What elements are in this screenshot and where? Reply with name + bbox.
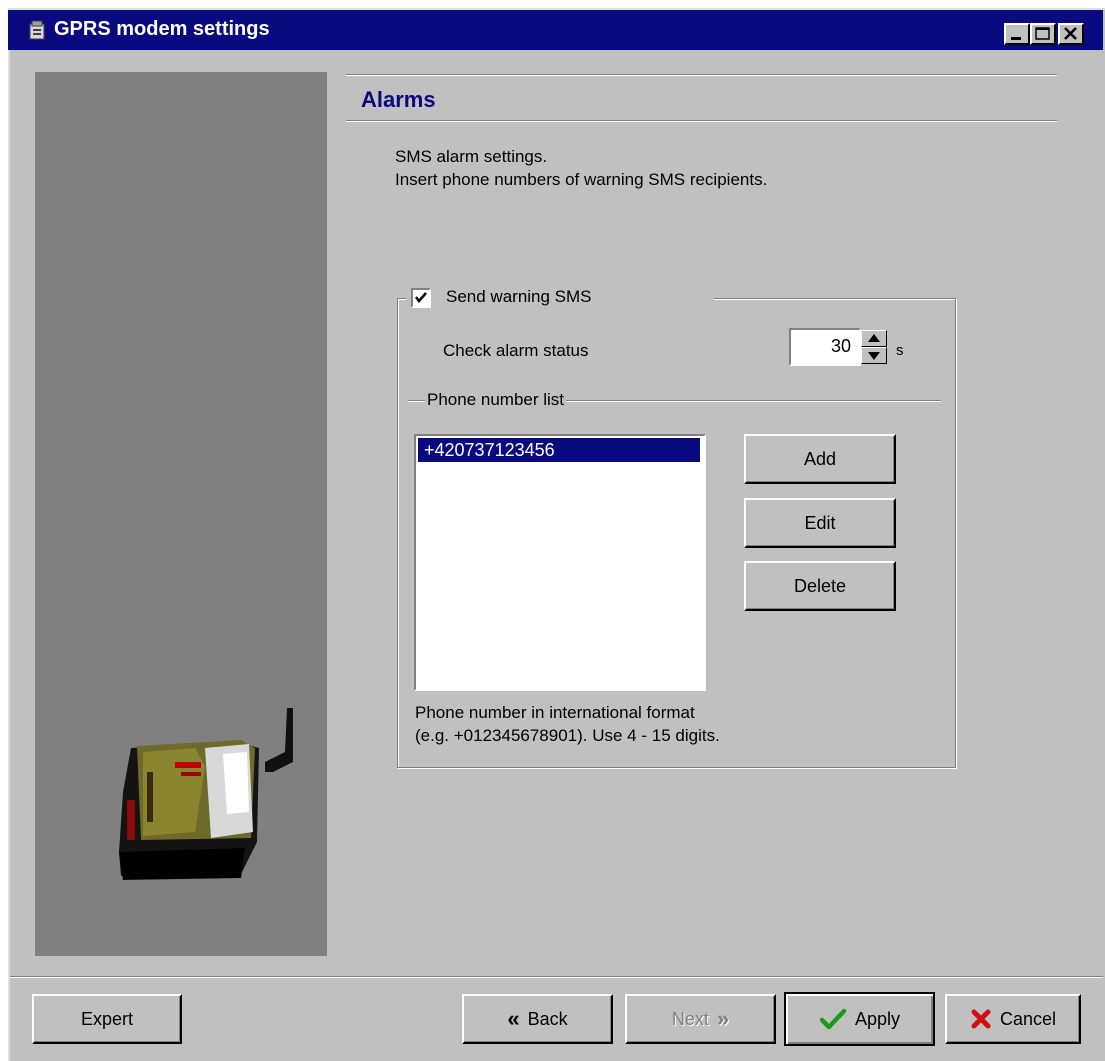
arrow-down-icon <box>868 352 880 360</box>
next-button-label: Next <box>671 1008 709 1029</box>
heading-bottom-rule <box>346 120 1057 122</box>
page-title: Alarms <box>361 87 436 112</box>
cancel-button-label: Cancel <box>999 1008 1057 1029</box>
description-line-2: Insert phone numbers of warning SMS reci… <box>395 170 768 189</box>
title-bar[interactable]: GPRS modem settings <box>8 10 1103 50</box>
description-line-1: SMS alarm settings. <box>395 147 548 166</box>
next-button[interactable]: Next » <box>625 994 776 1044</box>
expert-button-label: Expert <box>80 1008 134 1029</box>
expert-button[interactable]: Expert <box>32 994 182 1044</box>
gprs-modem-image <box>119 708 293 880</box>
back-button[interactable]: « Back <box>462 994 613 1044</box>
add-button-label: Add <box>803 448 837 469</box>
send-warning-sms-label[interactable]: Send warning SMS <box>446 286 592 308</box>
delete-button[interactable]: Delete <box>744 561 896 611</box>
double-chevron-left-icon: « <box>507 1006 520 1031</box>
edit-button-label: Edit <box>804 512 836 533</box>
close-button[interactable] <box>1058 23 1084 45</box>
heading-top-rule <box>346 74 1057 76</box>
delete-button-label: Delete <box>793 575 847 596</box>
red-x-icon <box>971 1009 991 1029</box>
arrow-up-icon <box>868 334 880 342</box>
double-chevron-right-icon: » <box>716 1006 730 1031</box>
apply-button-label: Apply <box>854 1008 901 1029</box>
close-icon <box>1064 27 1077 40</box>
check-alarm-spinner <box>861 330 887 364</box>
checkmark-icon <box>415 292 427 303</box>
app-icon <box>29 20 45 40</box>
spin-up-button[interactable] <box>861 330 887 347</box>
phone-format-hint-line-1: Phone number in international format <box>415 703 695 722</box>
window-title: GPRS modem settings <box>54 18 270 40</box>
maximize-icon <box>1035 27 1050 40</box>
apply-button[interactable]: Apply <box>784 992 935 1046</box>
interval-unit-label: s <box>896 340 904 362</box>
cancel-button[interactable]: Cancel <box>945 994 1081 1044</box>
phone-format-hint-line-2: (e.g. +012345678901). Use 4 - 15 digits. <box>415 726 720 745</box>
minimize-icon <box>1011 37 1021 40</box>
phone-number-listbox[interactable]: +420737123456 <box>414 434 706 691</box>
send-warning-sms-checkbox[interactable] <box>411 288 431 308</box>
list-item[interactable]: +420737123456 <box>418 438 700 462</box>
footer-rule <box>10 976 1103 978</box>
side-image-panel <box>35 72 327 956</box>
maximize-button[interactable] <box>1030 23 1056 45</box>
check-alarm-status-label: Check alarm status <box>443 340 589 362</box>
add-button[interactable]: Add <box>744 434 896 484</box>
back-button-label: Back <box>527 1008 568 1029</box>
checkmark-icon <box>819 1008 847 1030</box>
minimize-button[interactable] <box>1004 23 1030 45</box>
spin-down-button[interactable] <box>861 347 887 364</box>
phone-number-list-label: Phone number list <box>425 389 567 411</box>
edit-button[interactable]: Edit <box>744 498 896 548</box>
check-alarm-interval-input[interactable]: 30 <box>789 328 861 366</box>
